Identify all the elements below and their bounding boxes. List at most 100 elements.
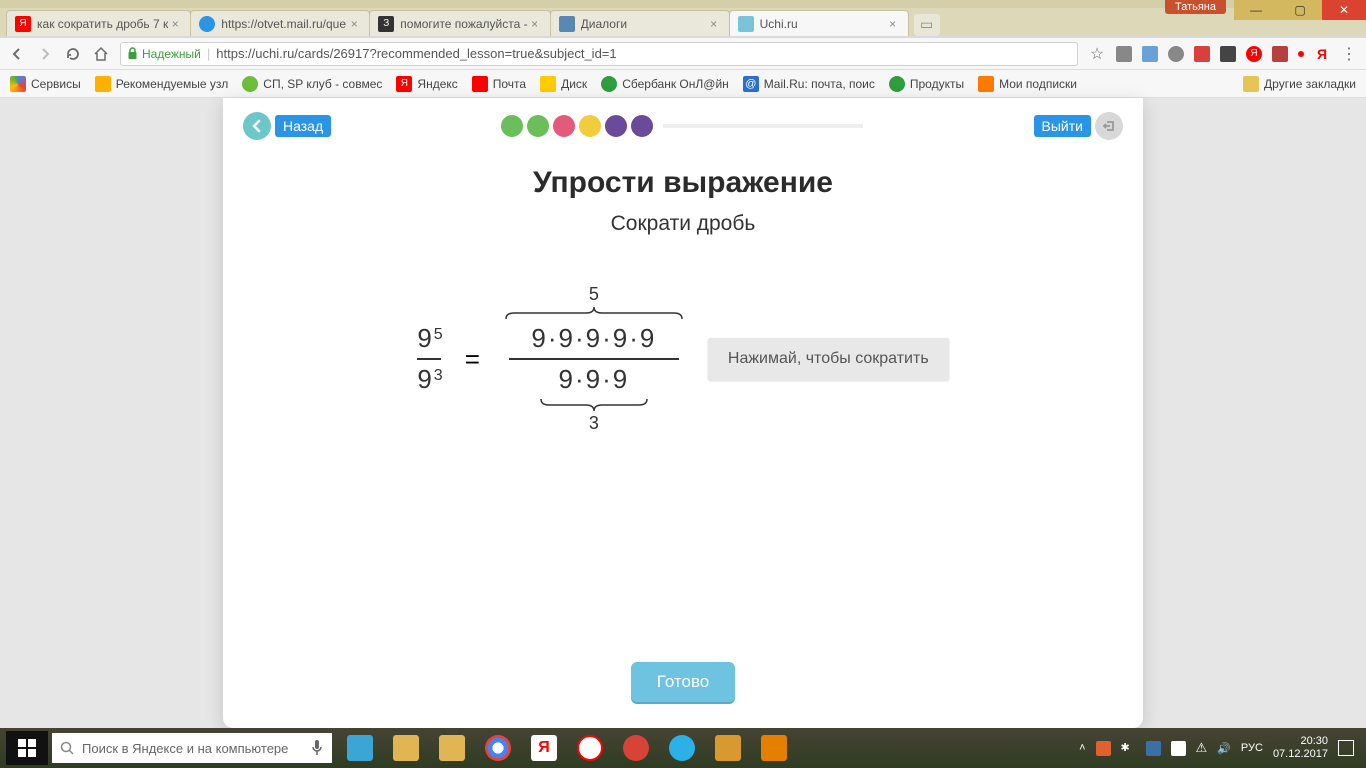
taskbar-search[interactable]: Поиск в Яндексе и на компьютере — [52, 733, 332, 763]
nav-forward-button[interactable] — [36, 45, 54, 63]
bookmark-item[interactable]: @Mail.Ru: почта, поис — [743, 76, 875, 92]
taskbar-app[interactable] — [752, 731, 796, 765]
equals-sign: = — [465, 344, 480, 375]
window-close-button[interactable]: ✕ — [1322, 0, 1366, 20]
tab-close-icon[interactable]: × — [707, 17, 721, 31]
tab-close-icon[interactable]: × — [528, 17, 542, 31]
card-header: Назад Выйти — [243, 112, 1123, 140]
bookmark-item[interactable]: СП, SP клуб - совмес — [242, 76, 382, 92]
mic-icon[interactable] — [310, 739, 324, 757]
expanded-denominator[interactable]: 9·9·9 — [559, 364, 630, 395]
user-badge: Татьяна — [1165, 0, 1226, 14]
browser-tab[interactable]: Я как сократить дробь 7 к × — [6, 10, 191, 36]
exit-button[interactable] — [1095, 112, 1123, 140]
progress-dot — [527, 115, 549, 137]
fraction-left: 95 93 — [417, 323, 440, 395]
bookmark-item[interactable]: Мои подписки — [978, 76, 1077, 92]
taskbar-app[interactable] — [476, 731, 520, 765]
new-tab-button[interactable]: ▭ — [914, 14, 940, 36]
search-icon — [60, 741, 74, 755]
taskbar-app[interactable] — [430, 731, 474, 765]
done-button[interactable]: Готово — [631, 662, 736, 702]
ext-icon[interactable]: Я — [1314, 46, 1330, 62]
bookmark-item[interactable]: Сбербанк ОнЛ@йн — [601, 76, 729, 92]
tray-language[interactable]: РУС — [1241, 742, 1263, 754]
tab-favicon — [738, 16, 754, 32]
tab-close-icon[interactable]: × — [886, 17, 900, 31]
taskbar-app[interactable]: Я — [522, 731, 566, 765]
other-bookmarks[interactable]: Другие закладки — [1243, 76, 1356, 92]
nav-home-button[interactable] — [92, 45, 110, 63]
fraction-expanded[interactable]: 5 9·9·9·9·9 9·9·9 3 — [504, 284, 684, 434]
star-icon[interactable]: ☆ — [1088, 45, 1106, 63]
browser-tab[interactable]: https://otvet.mail.ru/que × — [190, 10, 370, 36]
lesson-card: Назад Выйти Упрости выражение Сократи др… — [223, 98, 1143, 728]
bottom-brace-icon — [539, 395, 649, 413]
secure-indicator: Надежный — [127, 47, 201, 61]
expanded-numerator[interactable]: 9·9·9·9·9 — [531, 323, 656, 354]
tab-close-icon[interactable]: × — [347, 17, 361, 31]
extension-icons: ☆ Я Я ⋮ — [1088, 45, 1358, 63]
taskbar: Поиск в Яндексе и на компьютере Я ˄ ✱ ⚠ … — [0, 728, 1366, 768]
address-bar: Надежный | https://uchi.ru/cards/26917?r… — [0, 38, 1366, 70]
bookmark-item[interactable]: Продукты — [889, 76, 964, 92]
window-maximize-button[interactable]: ▢ — [1278, 0, 1322, 20]
tray-icon[interactable] — [1146, 741, 1161, 756]
ext-icon[interactable] — [1142, 46, 1158, 62]
browser-tab-active[interactable]: Uchi.ru × — [729, 10, 909, 36]
bookmark-item[interactable]: Рекомендуемые узл — [95, 76, 229, 92]
windows-logo-icon — [18, 739, 36, 757]
taskbar-clock[interactable]: 20:30 07.12.2017 — [1273, 735, 1328, 761]
hint-button[interactable]: Нажимай, чтобы сократить — [708, 338, 949, 380]
lesson-subtitle: Сократи дробь — [611, 212, 756, 236]
taskbar-app[interactable] — [568, 731, 612, 765]
bookmark-item[interactable]: Диск — [540, 76, 587, 92]
bookmark-item[interactable]: Почта — [472, 76, 526, 92]
tab-favicon — [559, 16, 575, 32]
tray-volume-icon[interactable]: 🔊 — [1217, 742, 1231, 755]
ext-icon[interactable] — [1220, 46, 1236, 62]
tab-close-icon[interactable]: × — [168, 17, 182, 31]
ext-icon[interactable] — [1168, 46, 1184, 62]
taskbar-app[interactable] — [384, 731, 428, 765]
progress-dots — [501, 115, 863, 137]
window-minimize-button[interactable]: — — [1234, 0, 1278, 20]
bookmarks-bar: Сервисы Рекомендуемые узл СП, SP клуб - … — [0, 70, 1366, 98]
taskbar-app[interactable] — [660, 731, 704, 765]
tray-icon[interactable] — [1171, 741, 1186, 756]
exit-label[interactable]: Выйти — [1034, 115, 1091, 137]
ext-icon[interactable] — [1194, 46, 1210, 62]
menu-icon[interactable]: ⋮ — [1340, 45, 1358, 63]
tray-icon[interactable] — [1096, 741, 1111, 756]
top-brace-icon — [504, 305, 684, 323]
taskbar-app[interactable] — [614, 731, 658, 765]
progress-track — [663, 124, 863, 128]
taskbar-app[interactable] — [706, 731, 750, 765]
address-input[interactable]: Надежный | https://uchi.ru/cards/26917?r… — [120, 42, 1078, 66]
start-button[interactable] — [6, 731, 48, 765]
progress-dot — [579, 115, 601, 137]
bookmark-apps[interactable]: Сервисы — [10, 76, 81, 92]
browser-tab[interactable]: З помогите пожалуйста - × — [369, 10, 550, 36]
taskbar-apps: Я — [338, 731, 796, 765]
bookmark-item[interactable]: ЯЯндекс — [396, 76, 457, 92]
tray-network-icon[interactable]: ⚠ — [1196, 740, 1208, 756]
taskbar-app[interactable] — [338, 731, 382, 765]
ext-icon[interactable]: Я — [1246, 46, 1262, 62]
back-label[interactable]: Назад — [275, 115, 331, 137]
nav-back-button[interactable] — [8, 45, 26, 63]
tray-icon[interactable]: ✱ — [1121, 741, 1136, 756]
tray-notification-icon[interactable] — [1338, 740, 1354, 756]
ext-icon[interactable] — [1116, 46, 1132, 62]
back-button[interactable] — [243, 112, 271, 140]
ext-icon[interactable] — [1298, 51, 1304, 57]
progress-dot — [605, 115, 627, 137]
math-expression: 95 93 = 5 9·9·9·9·9 9·9·9 — [417, 284, 948, 434]
lesson-title: Упрости выражение — [533, 166, 833, 200]
tab-title: помогите пожалуйста - — [400, 17, 527, 31]
browser-tabstrip: Я как сократить дробь 7 к × https://otve… — [0, 8, 1366, 36]
nav-reload-button[interactable] — [64, 45, 82, 63]
browser-tab[interactable]: Диалоги × — [550, 10, 730, 36]
ext-icon[interactable] — [1272, 46, 1288, 62]
tray-chevron-icon[interactable]: ˄ — [1079, 742, 1085, 754]
